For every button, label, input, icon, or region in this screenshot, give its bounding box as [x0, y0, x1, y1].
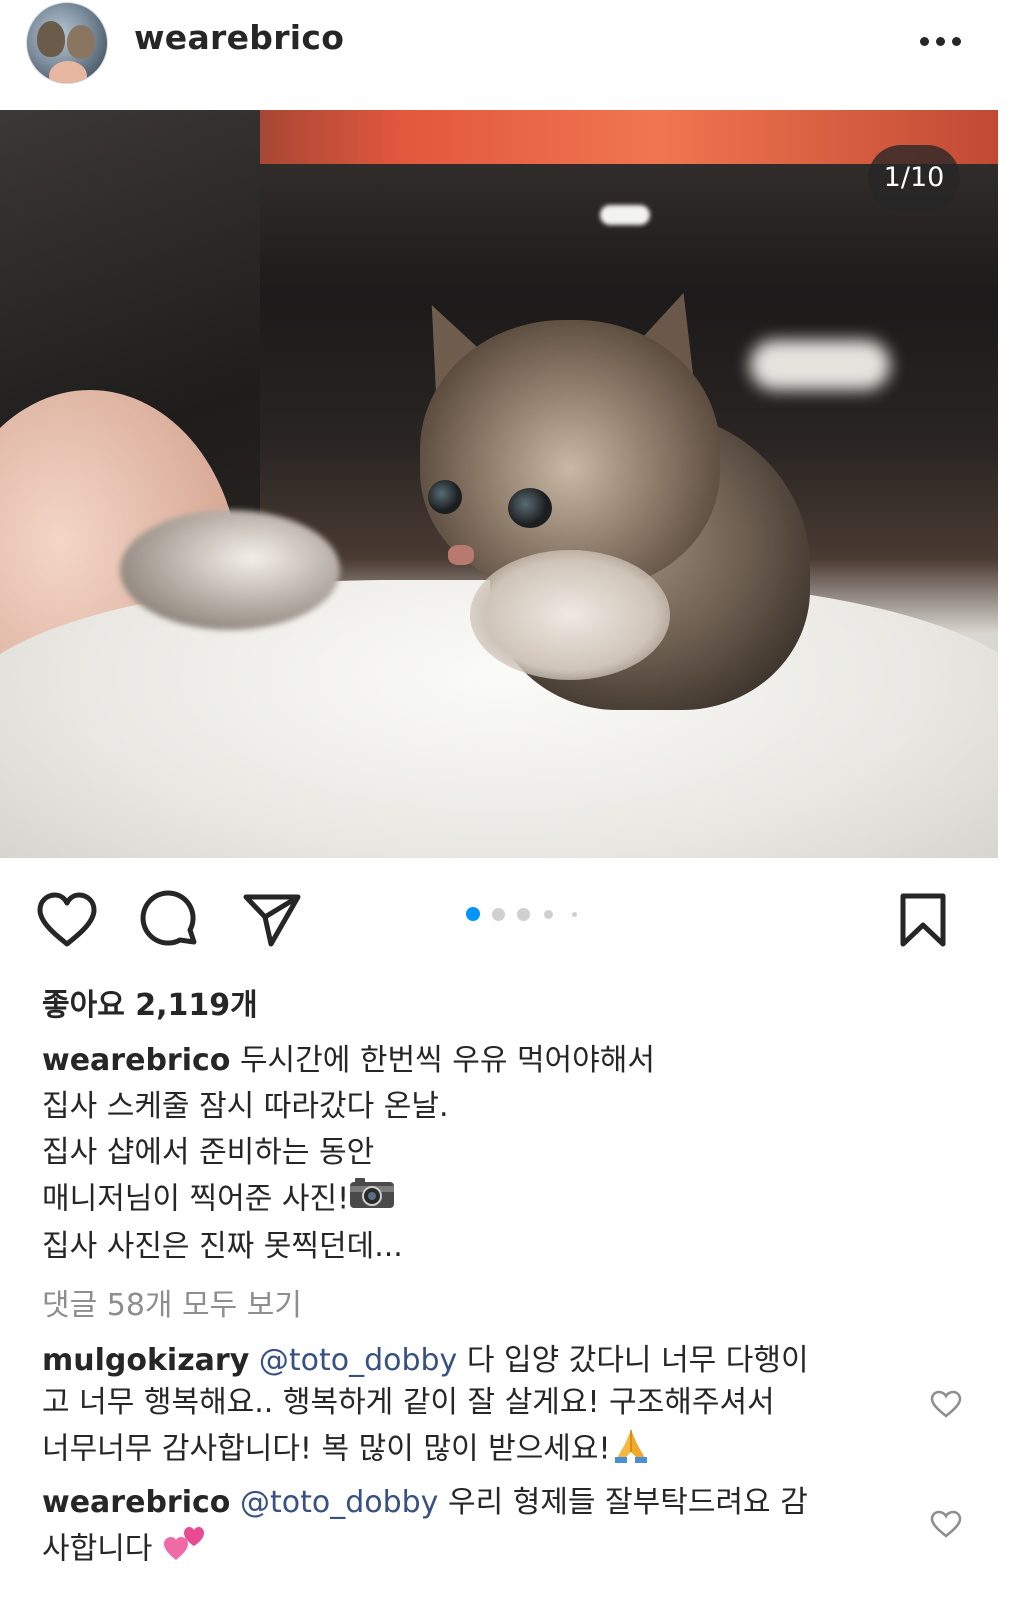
carousel-dot	[492, 908, 505, 921]
comment-username[interactable]: wearebrico	[42, 1485, 230, 1520]
heart-icon[interactable]	[36, 892, 98, 948]
carousel-indicator	[462, 905, 592, 925]
carousel-dot	[517, 908, 530, 921]
carousel-dot-active	[466, 907, 480, 921]
caption-username[interactable]: wearebrico	[42, 1043, 230, 1078]
caption-line: 매니저님이 찍어준 사진!	[42, 1181, 350, 1217]
comment-icon[interactable]	[140, 890, 200, 950]
comment-username[interactable]: mulgokizary	[42, 1343, 249, 1378]
comment-text: 다 입양 갔다니 너무 다행이	[466, 1343, 809, 1378]
send-icon[interactable]	[242, 892, 302, 948]
folded-hands-emoji	[611, 1424, 651, 1476]
bookmark-icon[interactable]	[898, 892, 948, 948]
comment-like-heart-icon[interactable]	[930, 1510, 962, 1542]
comment-text: 우리 형제들 잘부탁드려요 감	[447, 1485, 808, 1520]
comment-like-heart-icon[interactable]	[930, 1390, 962, 1422]
comment-mention[interactable]: @toto_dobby	[240, 1485, 438, 1520]
caption-line: 두시간에 한번씩 우유 먹어야해서	[239, 1043, 655, 1078]
comment-item: wearebrico @toto_dobby 우리 형제들 잘부탁드려요 감 사…	[42, 1482, 902, 1576]
comment-text: 고 너무 행복해요.. 행복하게 같이 잘 살게요! 구조해주셔서	[42, 1385, 775, 1420]
caption-line: 집사 사진은 진짜 못찍던데...	[42, 1229, 403, 1264]
two-hearts-emoji	[162, 1524, 206, 1576]
carousel-dot	[572, 912, 577, 917]
comment-item: mulgokizary @toto_dobby 다 입양 갔다니 너무 다행이 …	[42, 1340, 902, 1476]
photo-counter: 1/10	[868, 145, 960, 211]
camera-emoji	[349, 1176, 395, 1224]
comment-mention[interactable]: @toto_dobby	[259, 1343, 457, 1378]
more-options-icon[interactable]	[918, 30, 964, 54]
caption-line: 집사 스케줄 잠시 따라갔다 온날.	[42, 1089, 449, 1124]
comment-text: 너무너무 감사합니다! 복 많이 많이 받으세요!	[42, 1431, 611, 1467]
carousel-dot	[544, 910, 553, 919]
profile-avatar[interactable]	[26, 2, 108, 84]
caption-line: 집사 샵에서 준비하는 동안	[42, 1135, 375, 1170]
post-author-username[interactable]: wearebrico	[134, 18, 344, 57]
view-all-comments-link[interactable]: 댓글 58개 모두 보기	[42, 1280, 302, 1324]
post-photo[interactable]	[0, 110, 998, 858]
likes-count[interactable]: 좋아요 2,119개	[42, 980, 258, 1024]
comment-text: 사합니다	[42, 1531, 153, 1567]
post-caption: wearebrico 두시간에 한번씩 우유 먹어야해서 집사 스케줄 잠시 따…	[42, 1038, 942, 1270]
post-header: wearebrico	[0, 0, 1024, 112]
